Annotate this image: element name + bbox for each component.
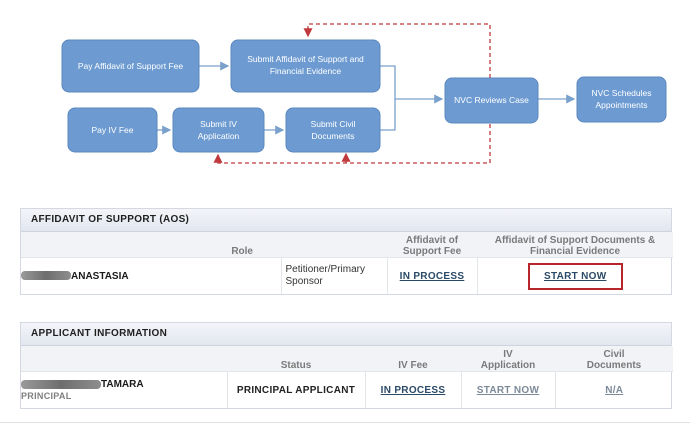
process-flowchart: Pay Affidavit of Support Fee Submit Affi… <box>61 23 667 164</box>
node-nvc-schedules-appointments: NVC Schedules Appointments <box>576 76 667 123</box>
node-submit-aos: Submit Affidavit of Support and Financia… <box>230 39 381 93</box>
col-role: Role <box>21 232 281 258</box>
col-aos-docs-line2: Financial Evidence <box>529 246 621 257</box>
col-aos-fee: Affidavit of Support Fee <box>387 232 477 258</box>
applicant-table: Status IV Fee IV Application Civil Docum… <box>21 346 673 408</box>
col-civil-line1: Civil <box>603 349 625 360</box>
sponsor-role-line2: Sponsor <box>285 276 323 287</box>
aos-docs-start-now-link[interactable]: START NOW <box>544 271 607 282</box>
table-row: ANASTASIA Petitioner/Primary Sponsor IN … <box>21 257 673 294</box>
node-submit-iv-application: Submit IV Application <box>172 107 265 153</box>
col-civil-line2: Documents <box>586 360 642 371</box>
redacted-surname <box>21 271 71 281</box>
sponsor-role-cell: Petitioner/Primary Sponsor <box>280 257 387 294</box>
svg-text:Submit Affidavit of Support an: Submit Affidavit of Support and <box>247 54 364 64</box>
aos-panel-title: AFFIDAVIT OF SUPPORT (AOS) <box>21 209 671 232</box>
col-status: Status <box>227 346 365 372</box>
applicant-type: PRINCIPAL <box>21 391 72 401</box>
bottom-divider <box>0 422 690 423</box>
col-aos-fee-line1: Affidavit of <box>405 235 459 246</box>
svg-text:Pay IV Fee: Pay IV Fee <box>91 125 133 135</box>
node-pay-iv-fee: Pay IV Fee <box>67 107 158 153</box>
svg-text:Pay Affidavit of Support Fee: Pay Affidavit of Support Fee <box>78 61 183 71</box>
highlight-box: START NOW <box>527 262 623 290</box>
aos-fee-cell: IN PROCESS <box>386 257 477 294</box>
col-aos-docs: Affidavit of Support Documents & Financi… <box>477 232 673 258</box>
sponsor-name-cell: ANASTASIA <box>21 257 281 294</box>
svg-text:Appointments: Appointments <box>596 100 648 110</box>
aos-panel: AFFIDAVIT OF SUPPORT (AOS) Role Affidavi… <box>20 208 673 295</box>
svg-text:NVC Reviews Case: NVC Reviews Case <box>454 95 529 105</box>
aos-docs-cell: START NOW <box>476 257 673 294</box>
svg-text:Financial Evidence: Financial Evidence <box>270 66 342 76</box>
col-empty <box>281 232 387 258</box>
sponsor-role-line1: Petitioner/Primary <box>285 264 365 275</box>
redacted-surname <box>21 379 101 389</box>
civil-docs-cell: N/A <box>554 371 673 408</box>
col-civil-documents: Civil Documents <box>555 346 673 372</box>
svg-text:NVC Schedules: NVC Schedules <box>591 88 651 98</box>
iv-application-start-now-link[interactable]: START NOW <box>477 385 540 396</box>
node-nvc-reviews-case: NVC Reviews Case <box>444 77 539 124</box>
civil-docs-na-link[interactable]: N/A <box>605 385 623 396</box>
col-aos-fee-line2: Support Fee <box>402 246 462 257</box>
applicant-table-header: Status IV Fee IV Application Civil Docum… <box>21 346 673 372</box>
table-row: TAMARA PRINCIPAL PRINCIPAL APPLICANT IN … <box>21 371 673 408</box>
node-pay-aos-fee: Pay Affidavit of Support Fee <box>61 39 200 93</box>
applicant-panel: APPLICANT INFORMATION Status IV Fee IV A… <box>20 322 673 409</box>
iv-fee-in-process-link[interactable]: IN PROCESS <box>381 385 446 396</box>
iv-fee-cell: IN PROCESS <box>364 371 461 408</box>
col-iv-app-line2: Application <box>480 360 536 371</box>
svg-text:Documents: Documents <box>312 131 355 141</box>
aos-table-header: Role Affidavit of Support Fee Affidavit … <box>21 232 673 258</box>
svg-text:Submit IV: Submit IV <box>200 119 237 129</box>
aos-table: Role Affidavit of Support Fee Affidavit … <box>21 232 673 294</box>
iv-application-cell: START NOW <box>460 371 555 408</box>
col-iv-application: IV Application <box>461 346 555 372</box>
applicant-name: TAMARA <box>101 379 144 390</box>
applicant-status: PRINCIPAL APPLICANT <box>226 371 365 408</box>
col-iv-app-line1: IV <box>503 349 513 360</box>
svg-text:Application: Application <box>198 131 240 141</box>
node-submit-civil-documents: Submit Civil Documents <box>285 107 381 153</box>
col-applicant-empty <box>21 346 227 372</box>
col-aos-docs-line1: Affidavit of Support Documents & <box>494 235 656 246</box>
col-iv-fee: IV Fee <box>365 346 461 372</box>
sponsor-name: ANASTASIA <box>71 270 129 282</box>
applicant-panel-title: APPLICANT INFORMATION <box>21 323 671 346</box>
svg-text:Submit Civil: Submit Civil <box>311 119 356 129</box>
aos-fee-in-process-link[interactable]: IN PROCESS <box>400 271 465 282</box>
applicant-name-cell: TAMARA PRINCIPAL <box>21 371 227 408</box>
